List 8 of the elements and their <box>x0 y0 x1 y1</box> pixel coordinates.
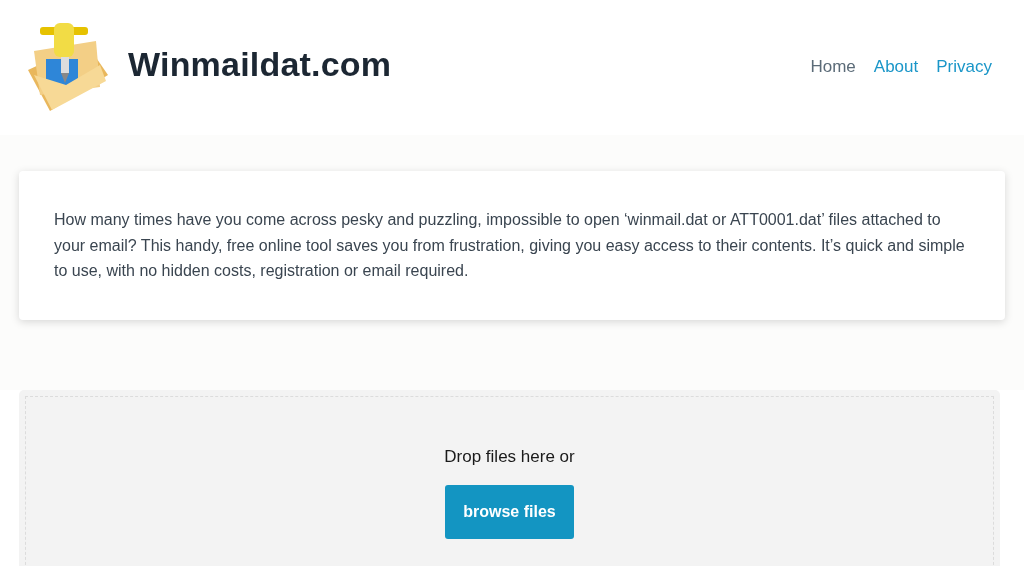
nav-link[interactable]: About <box>873 56 919 77</box>
drop-zone[interactable]: Drop files here or browse files <box>19 389 1000 566</box>
site-title: Winmaildat.com <box>128 45 392 84</box>
nav-link[interactable]: Privacy <box>936 56 992 77</box>
nav-link[interactable]: Home <box>810 56 856 77</box>
browse-files-button[interactable]: browse files <box>445 484 574 539</box>
drop-prompt: Drop files here or <box>444 446 575 467</box>
intro-text: How many times have you come across pesky and puzzling, impossible to open ‘winmail.dat or ATT0001.dat’ files attached to your email? This handy, free online tool saves you from frustration, giving you easy access to their contents. It’s quick and simple to use, with no hidden costs, registration or email required. <box>54 210 966 281</box>
